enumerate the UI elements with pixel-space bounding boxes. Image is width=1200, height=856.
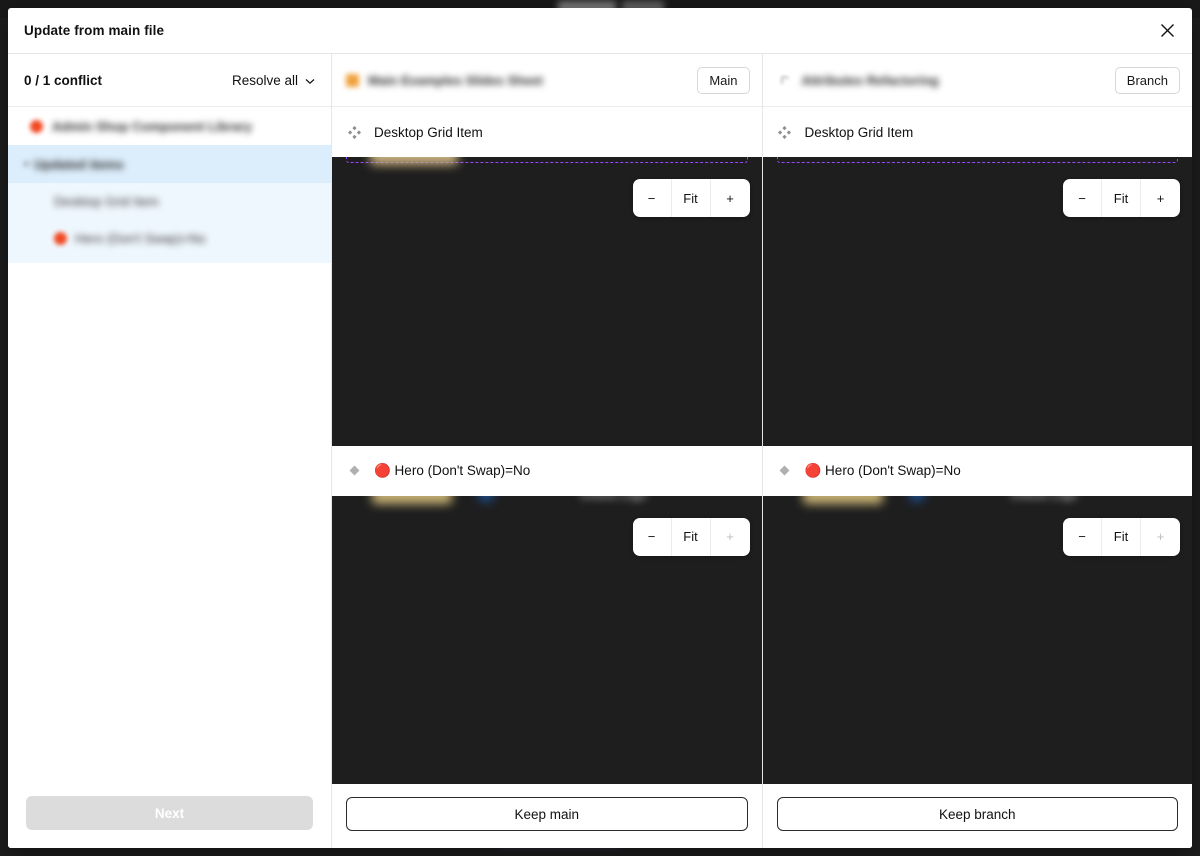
list-item[interactable]: Desktop Grid Item [8, 183, 331, 220]
close-icon[interactable] [1152, 16, 1182, 46]
branch-badge-branch[interactable]: Branch [1114, 66, 1180, 94]
dialog-header: Update from main file [8, 8, 1192, 54]
chevron-down-icon [305, 73, 315, 88]
diff-panel-main: Main Examples Slides Sheet Main Desktop … [332, 54, 763, 848]
resolve-all-dropdown[interactable]: Resolve all [232, 73, 315, 88]
preview-canvas-main-bottom[interactable]: Unlock Logo − Fit + [332, 495, 762, 784]
layer-row-main-top[interactable]: Desktop Grid Item [332, 107, 762, 157]
list-item-label: Hero (Don't Swap)=No [75, 231, 206, 246]
figma-file-icon [30, 119, 43, 133]
instance-icon [346, 463, 362, 479]
sidebar-footer: Next [8, 782, 331, 848]
layer-label: Desktop Grid Item [374, 124, 483, 140]
panel-file-branch: Attributes Refactoring [777, 72, 939, 88]
conflict-toolbar: 0 / 1 conflict Resolve all [8, 54, 331, 107]
layer-row-branch-top[interactable]: Desktop Grid Item [762, 107, 1192, 157]
zoom-fit-button[interactable]: Fit [672, 179, 711, 217]
component-icon [346, 124, 362, 140]
layer-label: Desktop Grid Item [804, 124, 914, 140]
preview-artwork [802, 495, 883, 504]
conflict-list: Admin Shop Component Library ▾ Updated i… [8, 107, 331, 782]
branch-icon [777, 72, 793, 88]
list-item-source-file[interactable]: Admin Shop Component Library [8, 107, 331, 145]
panel-footer-main: Keep main [332, 784, 762, 848]
preview-canvas-branch-bottom[interactable]: Unlock Logo − Fit + [762, 495, 1192, 784]
red-circle-icon [54, 232, 67, 245]
zoom-in-button: + [1156, 529, 1165, 544]
preview-artwork [908, 495, 925, 502]
preview-artwork [478, 495, 494, 502]
zoom-controls-main-top: − Fit + [632, 179, 750, 217]
preview-artwork [370, 157, 458, 165]
layer-row-main-bottom[interactable]: 🔴 Hero (Don't Swap)=No [332, 445, 762, 496]
panel-file-main: Main Examples Slides Sheet [346, 73, 543, 88]
diff-panel-branch: Attributes Refactoring Branch Desktop Gr… [762, 54, 1192, 848]
updated-items-group: ▾ Updated items Desktop Grid Item Hero (… [8, 145, 331, 263]
preview-canvas-branch-top[interactable]: − Fit + [762, 157, 1192, 446]
preview-canvas-main-top[interactable]: − Fit + [332, 157, 762, 446]
panel-footer-branch: Keep branch [762, 784, 1192, 848]
chevron-down-icon: ▾ [24, 158, 29, 169]
layer-label: 🔴 Hero (Don't Swap)=No [374, 462, 531, 478]
zoom-controls-main-bottom: − Fit + [632, 517, 750, 556]
zoom-fit-button[interactable]: Fit [672, 517, 711, 556]
zoom-in-button[interactable]: + [711, 179, 750, 217]
panel-header-main: Main Examples Slides Sheet Main [332, 54, 762, 107]
resolve-all-label: Resolve all [231, 72, 298, 88]
zoom-controls-branch-bottom: − Fit + [1063, 517, 1180, 556]
list-item[interactable]: Hero (Don't Swap)=No [8, 220, 331, 257]
panel-file-name: Main Examples Slides Sheet [368, 72, 543, 88]
selection-outline [776, 157, 1178, 163]
list-item-label: Admin Shop Component Library [52, 118, 253, 134]
update-from-main-dialog: Update from main file 0 / 1 conflict Res… [8, 8, 1192, 848]
preview-artwork-label: Unlock Logo [1011, 496, 1078, 502]
keep-branch-button[interactable]: Keep branch [776, 797, 1178, 831]
zoom-out-button[interactable]: − [1063, 179, 1102, 217]
preview-artwork-label: Unlock Logo [580, 496, 647, 502]
updated-items-group-body: Desktop Grid Item Hero (Don't Swap)=No [8, 183, 331, 263]
conflict-count: 0 / 1 conflict [24, 72, 103, 88]
layer-row-branch-bottom[interactable]: 🔴 Hero (Don't Swap)=No [762, 445, 1192, 496]
panel-file-name: Attributes Refactoring [801, 72, 939, 88]
zoom-out-button[interactable]: − [1063, 517, 1102, 556]
keep-main-button[interactable]: Keep main [346, 797, 748, 831]
figma-file-icon [346, 73, 359, 87]
zoom-in-button[interactable]: + [1141, 179, 1180, 217]
zoom-in-button: + [726, 529, 734, 544]
panel-header-branch: Attributes Refactoring Branch [762, 54, 1192, 107]
layer-label: 🔴 Hero (Don't Swap)=No [804, 462, 961, 478]
branch-badge-main[interactable]: Main [697, 66, 750, 94]
instance-icon [777, 463, 793, 479]
zoom-controls-branch-top: − Fit + [1063, 179, 1180, 217]
preview-artwork [372, 495, 452, 504]
zoom-fit-button[interactable]: Fit [1102, 517, 1141, 556]
list-item-label: Desktop Grid Item [54, 194, 159, 209]
updated-items-group-header[interactable]: ▾ Updated items [8, 145, 331, 183]
zoom-fit-button[interactable]: Fit [1102, 179, 1141, 217]
zoom-out-button[interactable]: − [633, 179, 672, 217]
next-button[interactable]: Next [26, 796, 313, 830]
conflicts-sidebar: 0 / 1 conflict Resolve all Admin Shop Co… [8, 54, 332, 848]
page-title: Update from main file [24, 23, 165, 38]
zoom-out-button[interactable]: − [633, 517, 672, 556]
component-icon [777, 124, 793, 140]
updated-items-group-label: Updated items [34, 156, 124, 172]
dialog-body: 0 / 1 conflict Resolve all Admin Shop Co… [8, 54, 1192, 848]
